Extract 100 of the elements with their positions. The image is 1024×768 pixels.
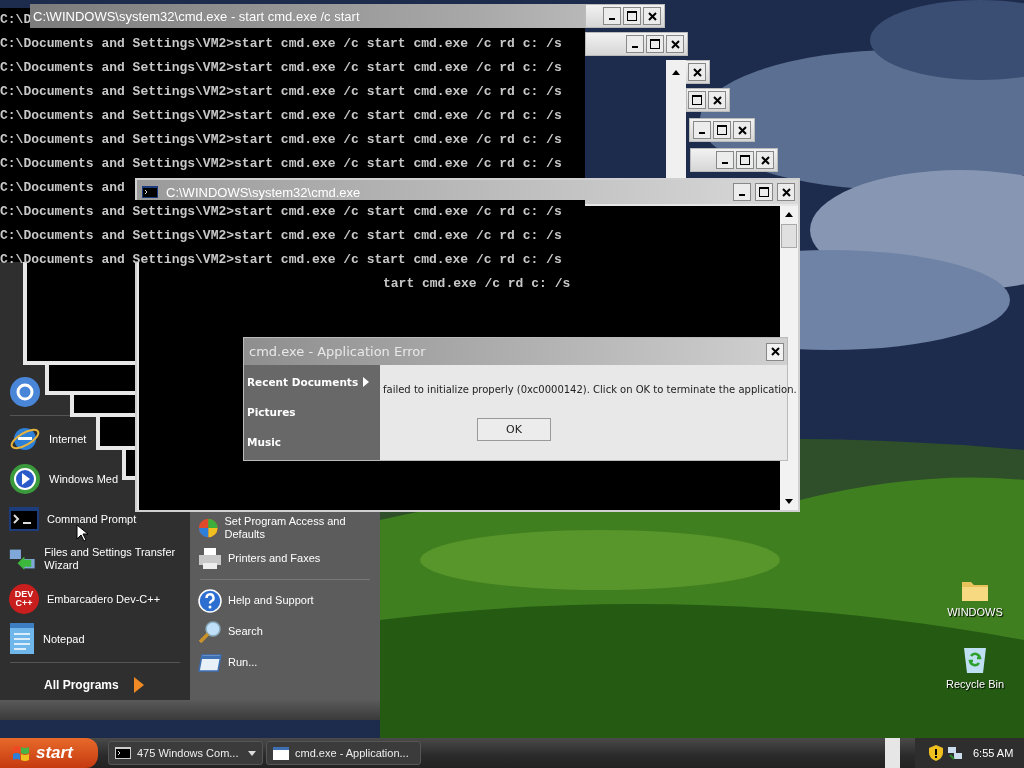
dev-cpp-logo: DEV C++ (9, 584, 39, 614)
menu-item-label: Help and Support (228, 594, 314, 607)
window-icon (198, 653, 222, 672)
minimize-button[interactable] (716, 151, 734, 169)
menu-item[interactable]: Search (190, 616, 265, 647)
menu-item-label: Set Program Access and Defaults (224, 514, 347, 541)
console-line: C:\Documents and (0, 179, 125, 197)
menu-item[interactable]: Music (244, 427, 380, 457)
program-item[interactable]: Windows Med (0, 459, 121, 499)
network-icon[interactable] (947, 745, 963, 761)
close-icon (770, 347, 780, 356)
ok-button[interactable]: OK (477, 418, 551, 441)
caret-icon (248, 750, 256, 756)
close-button[interactable] (708, 91, 726, 109)
maximize-icon (650, 39, 660, 49)
close-button[interactable] (777, 183, 795, 201)
program-label: Notepad (43, 632, 85, 646)
all-programs-button[interactable]: All Programs (40, 670, 150, 700)
menu-item[interactable]: Run... (190, 647, 260, 678)
maximize-button[interactable] (688, 91, 706, 109)
window-title: C:\WINDOWS\system32\cmd.exe - start cmd.exe /c start (33, 8, 360, 24)
close-icon (781, 187, 791, 197)
console-line: C:\Documents and Settings\VM2>start cmd.exe /c start cmd.exe /c rd c: /s (0, 35, 562, 53)
console-line: C:\Documents and Settings\VM2>start cmd.exe /c start cmd.exe /c rd c: /s (0, 251, 562, 269)
program-item[interactable]: Files and Settings Transfer Wizard (0, 539, 190, 579)
program-label: Embarcadero Dev-C++ (47, 592, 161, 606)
close-icon (647, 11, 657, 21)
close-icon (692, 67, 702, 77)
close-button[interactable] (688, 63, 706, 81)
desktop-icon-label[interactable]: WINDOWS (947, 606, 1003, 618)
maximize-button[interactable] (646, 35, 664, 53)
arrow-icon (132, 676, 145, 694)
dialog-title: cmd.exe - Application Error (249, 344, 427, 359)
program-item[interactable]: Command Prompt (0, 499, 139, 539)
scroll-up-icon[interactable] (784, 210, 794, 218)
menu-item[interactable]: Printers and Faxes (190, 543, 323, 574)
maximize-icon (717, 125, 727, 135)
taskbar-button[interactable]: 475 Windows Com... (108, 741, 263, 765)
console-line: C:\Documents and Settings\VM2>start cmd.exe /c start cmd.exe /c rd c: /s (0, 107, 562, 125)
program-label: Internet (49, 432, 87, 446)
scroll-thumb[interactable] (781, 224, 797, 248)
globe-icon (198, 516, 219, 539)
console-icon (9, 507, 39, 531)
console-line: tart cmd.exe /c rd c: /s (383, 275, 571, 293)
menu-item[interactable]: Recent Documents (244, 367, 380, 397)
program-item[interactable]: DEV C++ Embarcadero Dev-C++ (0, 579, 163, 619)
flag-icon (12, 744, 30, 762)
close-button[interactable] (766, 342, 784, 361)
search-icon (198, 619, 222, 644)
cursor-icon (76, 524, 88, 542)
desktop-icon-label[interactable]: Recycle Bin (945, 678, 1005, 690)
console-line: C:\Documents and Settings\VM2>start cmd.exe /c start cmd.exe /c rd c: /s (0, 59, 562, 77)
maximize-icon (759, 187, 769, 197)
menu-item-label: Printers and Faxes (228, 552, 321, 565)
program-item[interactable]: Notepad (0, 619, 87, 659)
console-line: C:\Documents and Settings\VM2>start cmd.exe /c start cmd.exe /c rd c: /s (0, 227, 562, 245)
shield-icon[interactable] (929, 745, 943, 761)
maximize-button[interactable] (755, 183, 773, 201)
console-line: C:\Documents and Settings\VM2>start cmd.exe /c start cmd.exe /c rd c: /s (0, 83, 562, 101)
menu-item-label: Search (228, 625, 263, 638)
console-line: C:\Documents and Settings\VM2>start cmd.exe /c start cmd.exe /c rd c: /s (0, 131, 562, 149)
close-icon (712, 95, 722, 105)
close-icon (737, 125, 747, 135)
program-item[interactable]: Internet (0, 419, 89, 459)
tray-handle[interactable] (885, 738, 900, 768)
close-button[interactable] (733, 121, 751, 139)
close-icon (670, 39, 680, 49)
printer-icon (198, 547, 222, 570)
close-button[interactable] (756, 151, 774, 169)
minimize-button[interactable] (603, 7, 621, 25)
ring-icon (9, 376, 41, 408)
program-label: Command Prompt (47, 512, 137, 526)
menu-item[interactable]: Help and Support (190, 585, 316, 616)
maximize-icon (627, 11, 637, 21)
console-icon (115, 747, 131, 759)
minimize-button[interactable] (693, 121, 711, 139)
minimize-button[interactable] (626, 35, 644, 53)
scroll-down-icon[interactable] (784, 498, 794, 506)
menu-item[interactable]: Set Program Access and Defaults (190, 512, 380, 543)
menu-item[interactable]: Pictures (244, 397, 380, 427)
maximize-button[interactable] (623, 7, 641, 25)
window-icon (273, 746, 289, 760)
maximize-button[interactable] (713, 121, 731, 139)
maximize-button[interactable] (736, 151, 754, 169)
notepad-icon (9, 623, 35, 655)
scroll-up-icon[interactable] (671, 68, 681, 76)
console-icon (142, 186, 158, 198)
clock: 6:55 AM (973, 747, 1014, 759)
taskbar-button[interactable]: cmd.exe - Application... (266, 741, 421, 765)
error-message: failed to initialize properly (0xc0000142). Click on OK to terminate the application. (383, 384, 797, 395)
close-button[interactable] (666, 35, 684, 53)
console-line: C:\D (0, 11, 32, 29)
menu-item-label: Run... (228, 656, 258, 669)
maximize-icon (692, 95, 702, 105)
submenu-arrow-icon (363, 377, 370, 387)
close-button[interactable] (643, 7, 661, 25)
window-title: C:\WINDOWS\system32\cmd.exe (166, 184, 361, 200)
maximize-icon (740, 155, 750, 165)
start-button[interactable]: start (0, 738, 98, 768)
minimize-button[interactable] (733, 183, 751, 201)
